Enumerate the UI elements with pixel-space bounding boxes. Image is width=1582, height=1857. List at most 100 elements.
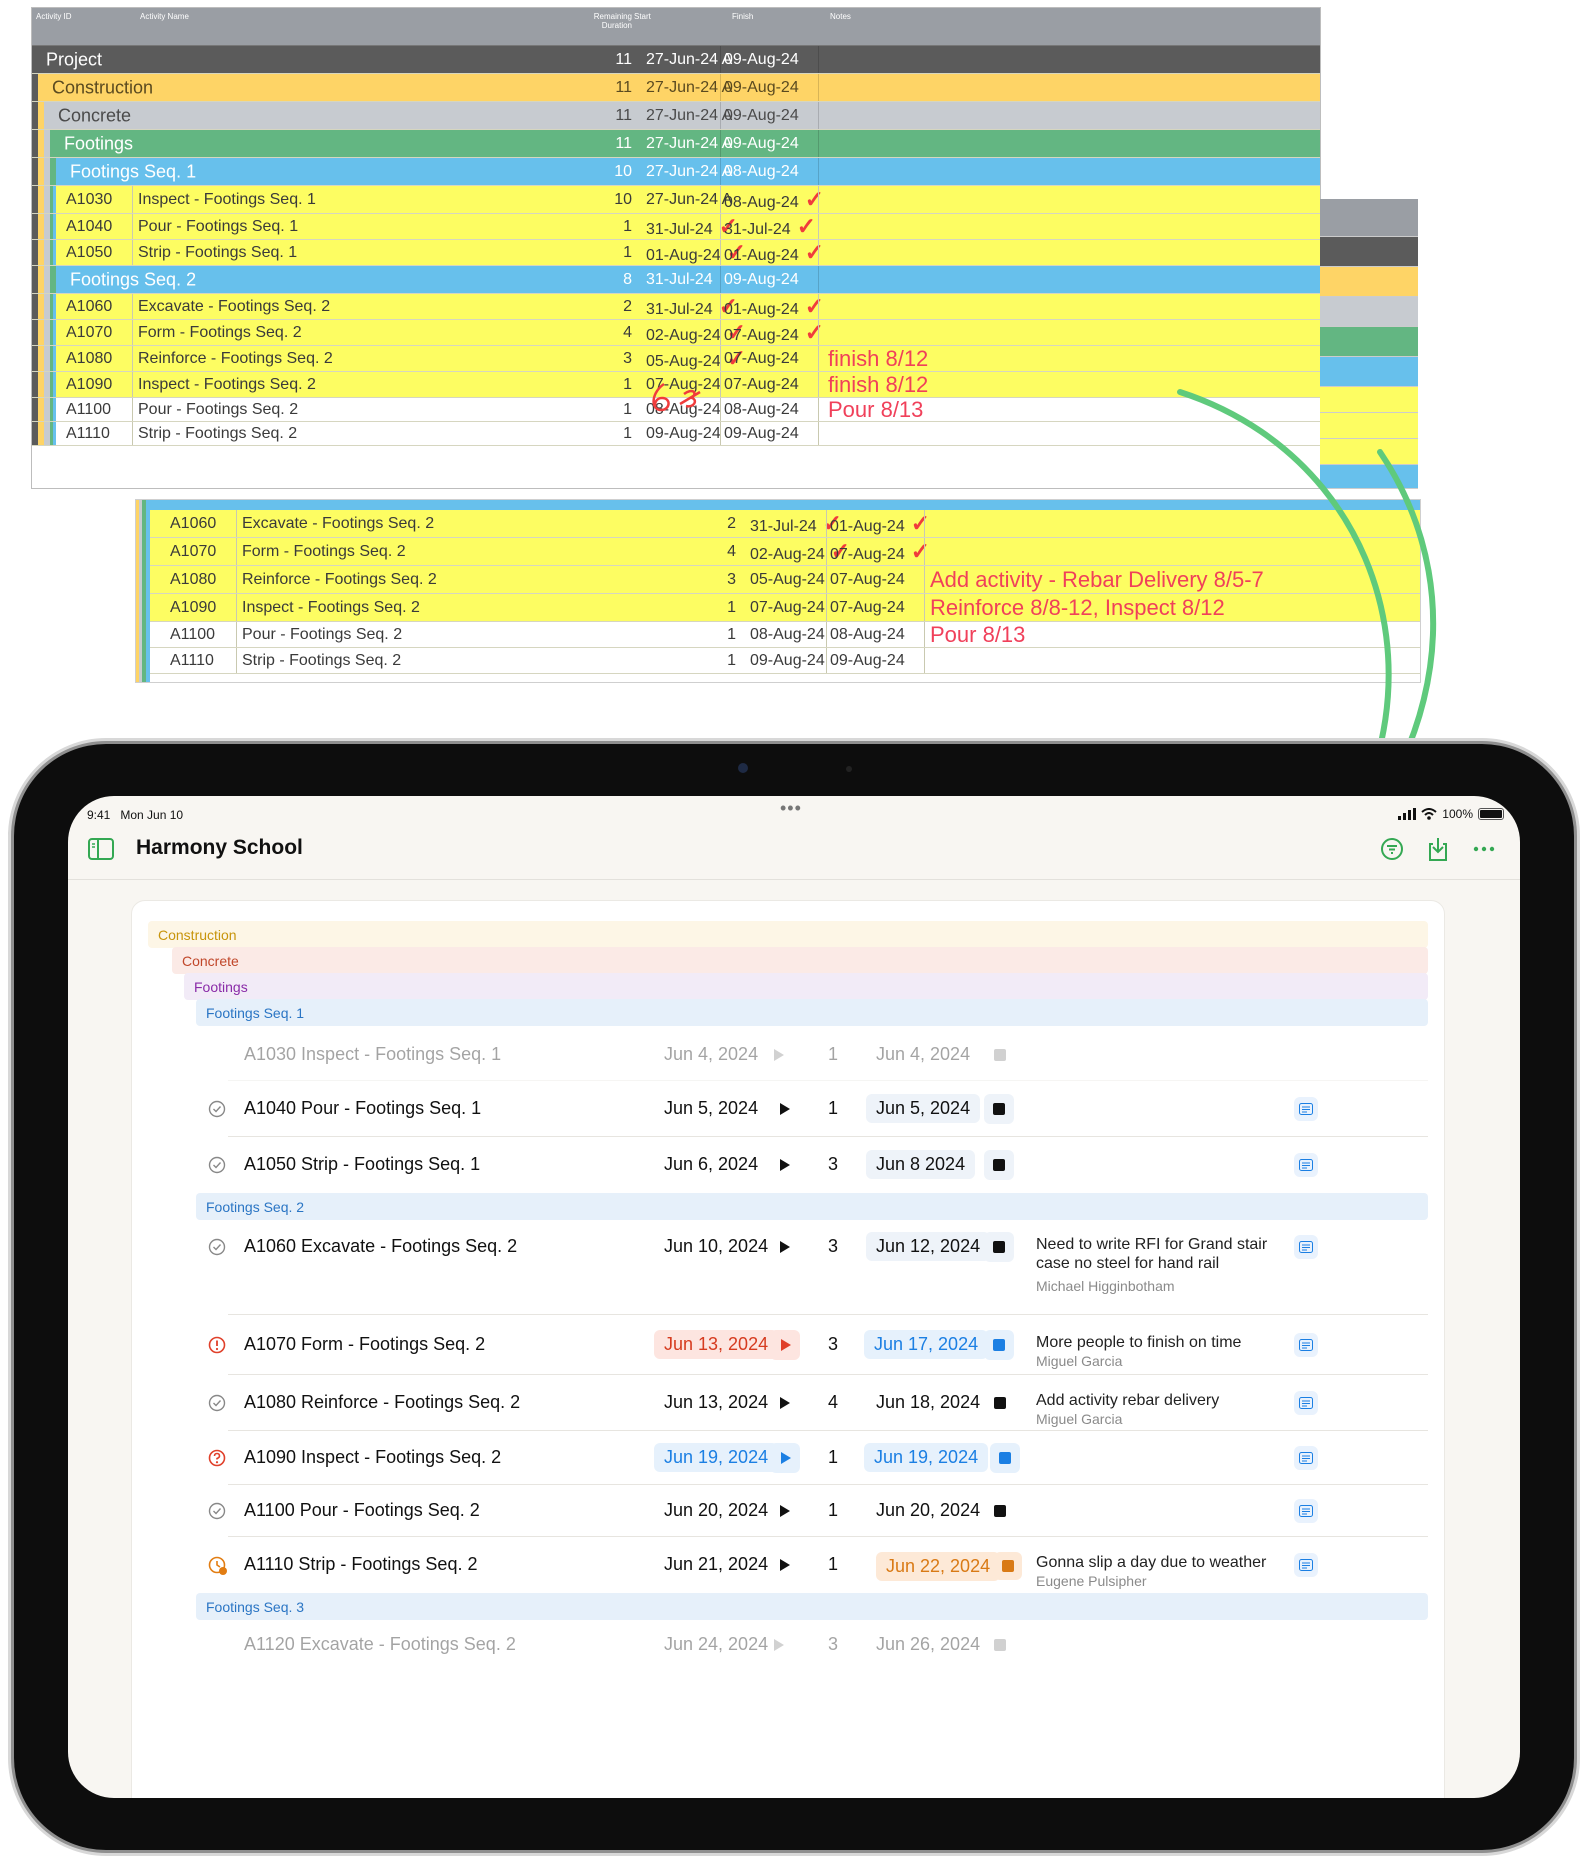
activity-duration: 1 (828, 1098, 839, 1118)
notes-doc-icon[interactable] (1294, 1333, 1318, 1357)
activity-title[interactable]: A1080 Reinforce - Footings Seq. 2 (244, 1392, 520, 1413)
finish-date[interactable]: Jun 19, 2024 (864, 1443, 989, 1472)
wbs-band[interactable]: Concrete (172, 947, 1428, 974)
wbs-band[interactable]: Footings Seq. 3 (196, 1593, 1428, 1620)
download-icon[interactable] (1426, 836, 1450, 862)
start-play-icon[interactable] (780, 1505, 790, 1517)
start-date[interactable]: Jun 21, 2024 (664, 1554, 768, 1575)
finish-stop-icon[interactable] (994, 1639, 1006, 1651)
activity-row[interactable]: A1110 Strip - Footings Seq. 2 Jun 21, 202… (208, 1537, 1428, 1593)
activity-note: More people to finish on time Miguel Garc… (1036, 1333, 1286, 1371)
multitasking-dots-icon[interactable]: ••• (780, 798, 802, 819)
start-date[interactable]: Jun 13, 2024 (654, 1330, 779, 1359)
activity-row[interactable]: A1060 Excavate - Footings Seq. 2 Jun 10, … (208, 1223, 1428, 1315)
complete-check-icon[interactable] (208, 1502, 226, 1520)
activity-row[interactable]: A1070 Form - Footings Seq. 2 Jun 13, 2024… (208, 1315, 1428, 1375)
activity-title[interactable]: A1100 Pour - Footings Seq. 2 (244, 1500, 480, 1521)
activity-title[interactable]: A1030 Inspect - Footings Seq. 1 (244, 1044, 501, 1065)
activity-note: Add activity rebar delivery Miguel Garcia (1036, 1391, 1286, 1429)
start-play-icon[interactable] (770, 1443, 800, 1473)
complete-check-icon[interactable] (208, 1394, 226, 1412)
alert-icon[interactable] (208, 1336, 226, 1354)
activity-row[interactable]: A1120 Excavate - Footings Seq. 2 Jun 24, … (228, 1625, 1428, 1665)
activity-title[interactable]: A1050 Strip - Footings Seq. 1 (244, 1154, 480, 1175)
start-play-icon[interactable] (780, 1159, 790, 1171)
start-play-icon[interactable] (774, 1049, 784, 1061)
finish-stop-icon[interactable] (984, 1150, 1014, 1180)
finish-stop-icon[interactable] (984, 1232, 1014, 1262)
start-date[interactable]: Jun 5, 2024 (664, 1098, 758, 1119)
activity-title[interactable]: A1070 Form - Footings Seq. 2 (244, 1334, 485, 1355)
finish-date[interactable]: Jun 17, 2024 (864, 1330, 989, 1359)
ipad-device: 9:41 Mon Jun 10 ••• 100% Harmony School … (14, 744, 1574, 1850)
finish-date[interactable]: Jun 26, 2024 (876, 1634, 980, 1655)
activity-title[interactable]: A1090 Inspect - Footings Seq. 2 (244, 1447, 501, 1468)
finish-stop-icon[interactable] (994, 1397, 1006, 1409)
start-play-icon[interactable] (774, 1639, 784, 1651)
activity-row[interactable]: A1030 Inspect - Footings Seq. 1 Jun 4, 20… (228, 1029, 1428, 1081)
start-date[interactable]: Jun 6, 2024 (664, 1154, 758, 1175)
finish-date[interactable]: Jun 20, 2024 (876, 1500, 980, 1521)
start-play-icon[interactable] (780, 1397, 790, 1409)
notes-doc-icon[interactable] (1294, 1553, 1318, 1577)
start-date[interactable]: Jun 24, 2024 (664, 1634, 768, 1655)
finish-stop-icon[interactable] (984, 1330, 1014, 1360)
question-icon[interactable] (208, 1449, 226, 1467)
wbs-band[interactable]: Footings Seq. 2 (196, 1193, 1428, 1220)
notes-doc-icon[interactable] (1294, 1097, 1318, 1121)
complete-check-icon[interactable] (208, 1156, 226, 1174)
filter-icon[interactable] (1380, 837, 1404, 861)
finish-stop-icon[interactable] (994, 1552, 1022, 1580)
finish-stop-icon[interactable] (994, 1049, 1006, 1061)
finish-stop-icon[interactable] (984, 1094, 1014, 1124)
activity-duration: 3 (828, 1154, 839, 1174)
start-date[interactable]: Jun 10, 2024 (664, 1236, 768, 1257)
notes-doc-icon[interactable] (1294, 1153, 1318, 1177)
notes-doc-icon[interactable] (1294, 1235, 1318, 1259)
note-author: Eugene Pulsipher (1036, 1573, 1147, 1589)
start-play-icon[interactable] (780, 1241, 790, 1253)
notes-doc-icon[interactable] (1294, 1391, 1318, 1415)
start-date[interactable]: Jun 13, 2024 (664, 1392, 768, 1413)
start-play-icon[interactable] (780, 1103, 790, 1115)
finish-date[interactable]: Jun 12, 2024 (866, 1232, 991, 1261)
finish-date[interactable]: Jun 8 2024 (866, 1150, 976, 1179)
activity-row[interactable]: A1100 Pour - Footings Seq. 2 Jun 20, 2024… (208, 1485, 1428, 1537)
finish-date[interactable]: Jun 4, 2024 (876, 1044, 970, 1065)
finish-date[interactable]: Jun 22, 2024 (876, 1552, 1001, 1581)
more-icon[interactable] (1472, 837, 1496, 861)
activity-duration: 3 (828, 1634, 839, 1654)
sidebar-toggle-icon[interactable] (87, 837, 115, 861)
activity-row[interactable]: A1040 Pour - Footings Seq. 1 Jun 5, 2024 1… (208, 1081, 1428, 1137)
activity-row[interactable]: A1050 Strip - Footings Seq. 1 Jun 6, 2024… (208, 1137, 1428, 1193)
app-screen: 9:41 Mon Jun 10 ••• 100% Harmony School … (68, 796, 1520, 1798)
activity-title[interactable]: A1120 Excavate - Footings Seq. 2 (244, 1634, 516, 1655)
start-play-icon[interactable] (770, 1330, 800, 1360)
notes-doc-icon[interactable] (1294, 1446, 1318, 1470)
ambient-sensor (846, 766, 852, 772)
notes-doc-icon[interactable] (1294, 1499, 1318, 1523)
nav-bar: Harmony School (68, 830, 1520, 880)
start-date[interactable]: Jun 19, 2024 (654, 1443, 779, 1472)
activity-title[interactable]: A1110 Strip - Footings Seq. 2 (244, 1554, 477, 1575)
activity-title[interactable]: A1060 Excavate - Footings Seq. 2 (244, 1236, 517, 1257)
complete-check-icon[interactable] (208, 1238, 226, 1256)
schedule-card: Construction Concrete Footings Footings Seq… (131, 900, 1445, 1798)
finish-date[interactable]: Jun 5, 2024 (866, 1094, 981, 1123)
complete-check-icon[interactable] (208, 1100, 226, 1118)
clock-warning-icon[interactable] (208, 1556, 228, 1576)
wbs-band[interactable]: Construction (148, 921, 1428, 948)
activity-duration: 3 (828, 1236, 839, 1256)
activity-row[interactable]: A1090 Inspect - Footings Seq. 2 Jun 19, 2… (208, 1431, 1428, 1485)
start-date[interactable]: Jun 4, 2024 (664, 1044, 758, 1065)
finish-stop-icon[interactable] (994, 1505, 1006, 1517)
wbs-band[interactable]: Footings (184, 973, 1428, 1000)
finish-stop-icon[interactable] (990, 1443, 1020, 1473)
start-play-icon[interactable] (780, 1559, 790, 1571)
wbs-band[interactable]: Footings Seq. 1 (196, 999, 1428, 1026)
activity-title[interactable]: A1040 Pour - Footings Seq. 1 (244, 1098, 481, 1119)
activity-row[interactable]: A1080 Reinforce - Footings Seq. 2 Jun 13,… (208, 1375, 1428, 1431)
activity-note: Gonna slip a day due to weather Eugene Pu… (1036, 1553, 1286, 1591)
finish-date[interactable]: Jun 18, 2024 (876, 1392, 980, 1413)
start-date[interactable]: Jun 20, 2024 (664, 1500, 768, 1521)
